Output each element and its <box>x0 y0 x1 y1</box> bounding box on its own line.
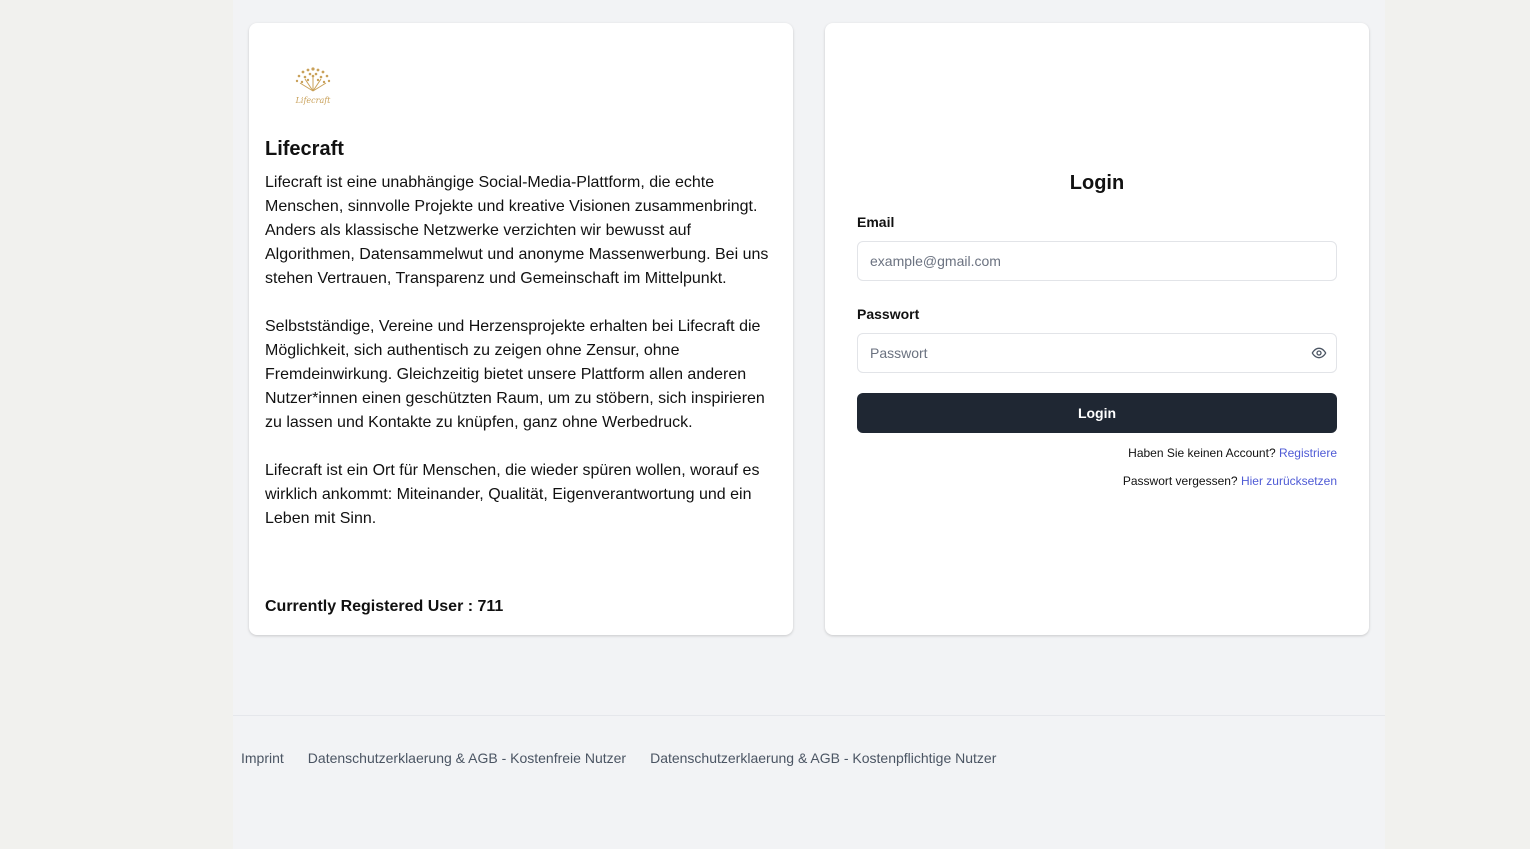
footer-nav: Imprint Datenschutzerklaerung & AGB - Ko… <box>241 748 996 768</box>
login-card: Login Email Passwort Login Haben Sie kei… <box>825 23 1369 635</box>
register-prompt: Haben Sie keinen Account? Registriere <box>1128 445 1337 461</box>
footer-divider <box>233 715 1385 716</box>
description-paragraph: Lifecraft ist eine unabhängige Social-Me… <box>265 174 769 287</box>
description: Lifecraft ist eine unabhängige Social-Me… <box>265 171 781 555</box>
footer-link-privacy-free[interactable]: Datenschutzerklaerung & AGB - Kostenfrei… <box>308 748 626 768</box>
registered-users-count: Currently Registered User : 711 <box>265 598 504 615</box>
email-field[interactable] <box>857 241 1337 281</box>
lifecraft-logo: Lifecraft <box>295 67 332 105</box>
login-title: Login <box>1069 172 1125 194</box>
email-label: Email <box>857 214 895 230</box>
register-link[interactable]: Registriere <box>1279 446 1337 460</box>
password-label: Passwort <box>857 306 920 322</box>
register-prompt-text: Haben Sie keinen Account? <box>1128 446 1276 460</box>
reset-password-link[interactable]: Hier zurücksetzen <box>1241 474 1337 488</box>
description-paragraph: Lifecraft ist ein Ort für Menschen, die … <box>265 462 760 527</box>
eye-icon[interactable] <box>1311 345 1327 361</box>
about-card: Lifecraft Lifecraft Lifecraft ist eine u… <box>249 23 793 635</box>
page: Lifecraft Lifecraft Lifecraft ist eine u… <box>233 0 1385 849</box>
description-paragraph: Selbstständige, Vereine und Herzensproje… <box>265 318 765 431</box>
svg-text:Lifecraft: Lifecraft <box>295 96 332 105</box>
reset-prompt-text: Passwort vergessen? <box>1122 474 1238 488</box>
brand-title: Lifecraft <box>265 138 344 160</box>
reset-prompt: Passwort vergessen? Hier zurücksetzen <box>1123 473 1337 489</box>
footer-link-imprint[interactable]: Imprint <box>241 748 284 768</box>
footer-link-privacy-paid[interactable]: Datenschutzerklaerung & AGB - Kostenpfli… <box>650 748 996 768</box>
login-button[interactable]: Login <box>857 393 1337 433</box>
password-field[interactable] <box>857 333 1337 373</box>
